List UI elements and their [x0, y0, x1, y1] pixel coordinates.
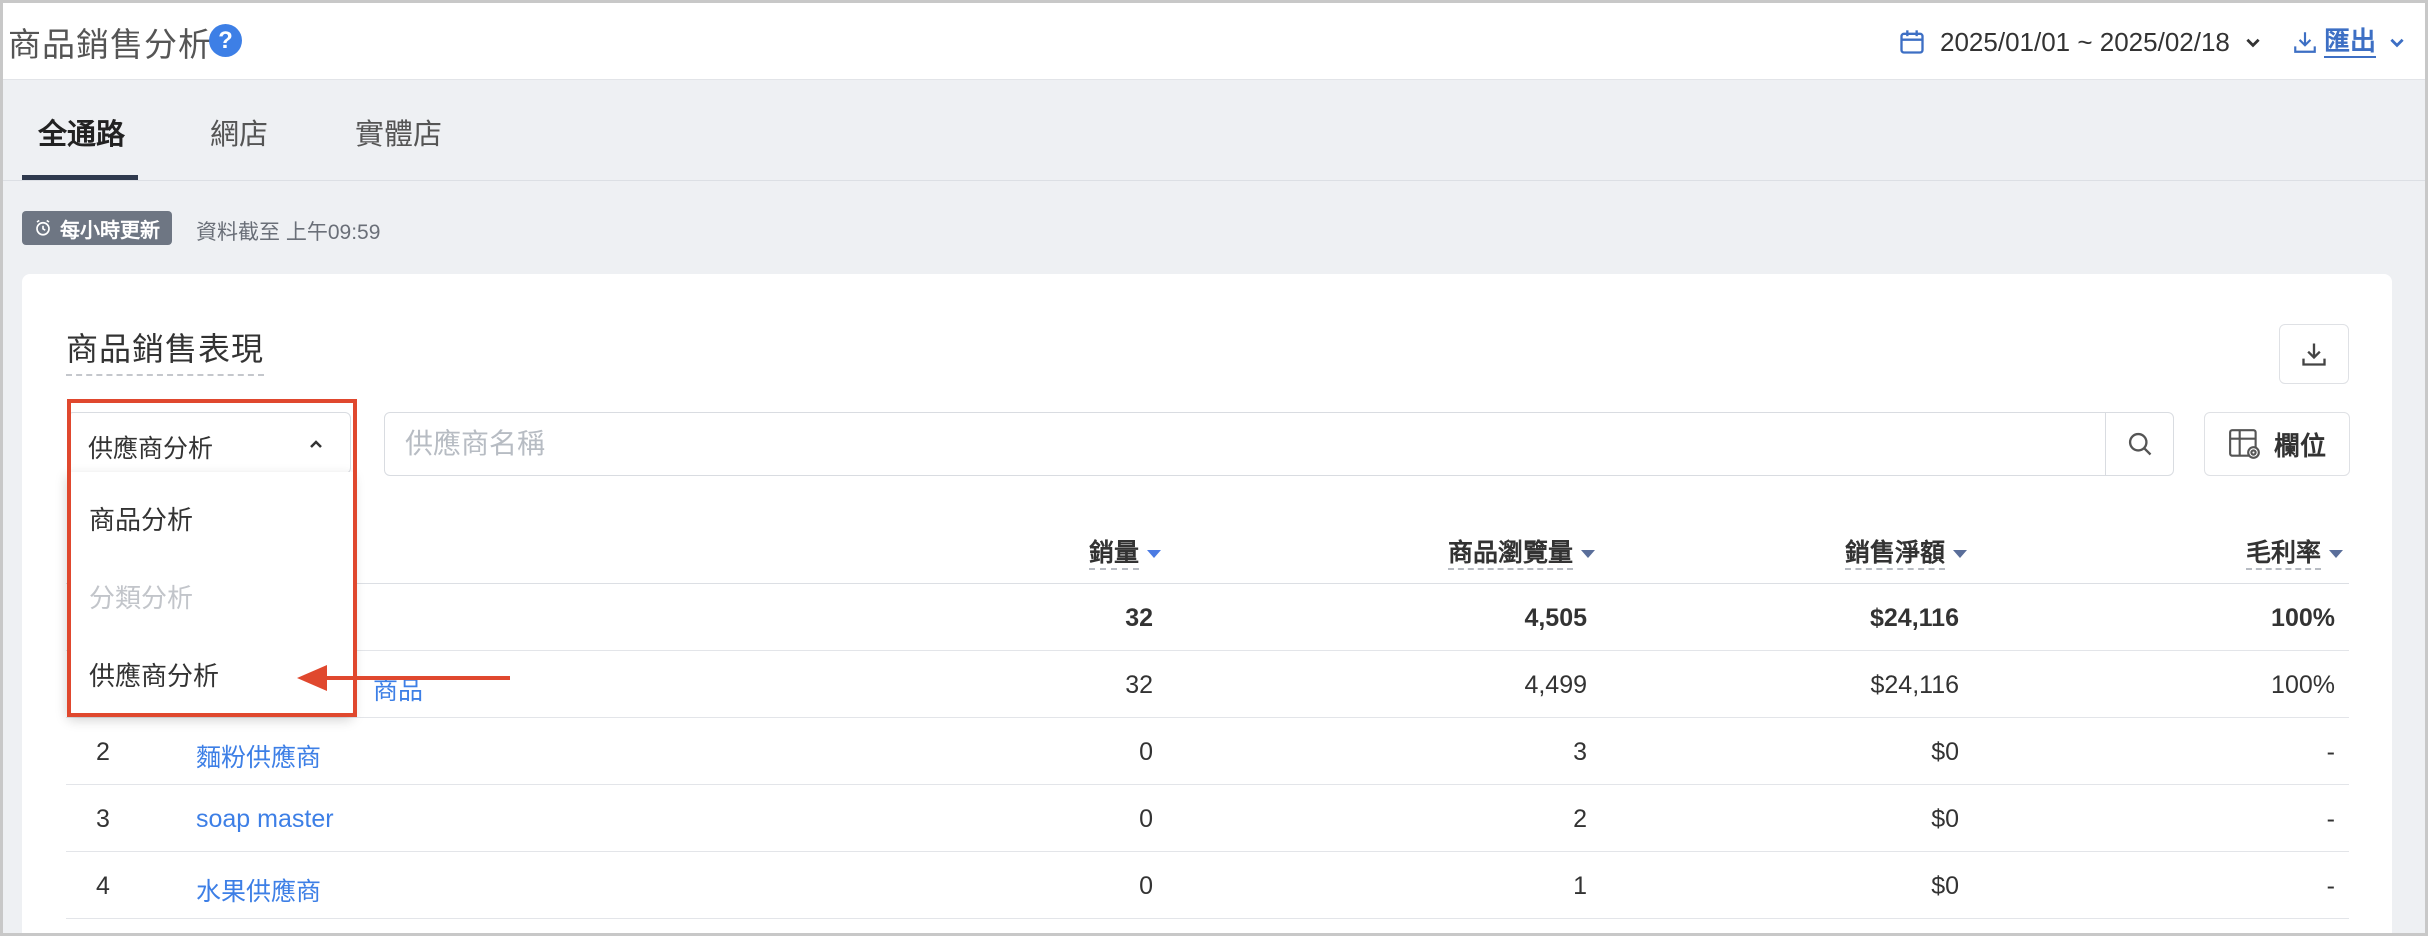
- supplier-link[interactable]: soap master: [196, 805, 334, 834]
- sort-caret-icon: [1953, 550, 1967, 558]
- card-title: 商品銷售表現: [66, 324, 265, 376]
- supplier-link[interactable]: 麵粉供應商: [196, 738, 321, 774]
- total-net-sales: $24,116: [1870, 604, 1959, 632]
- analysis-type-value: 供應商分析: [88, 435, 214, 463]
- row-qty: 0: [1139, 872, 1153, 900]
- sort-caret-icon: [1581, 550, 1595, 558]
- sales-performance-card: 商品銷售表現 供應商分析 欄位 銷量 商品瀏覽量 銷售淨額: [22, 274, 2392, 936]
- active-tab-indicator: [22, 175, 138, 180]
- supplier-search: [384, 412, 2174, 476]
- table-total-row: 32 4,505 $24,116 100%: [66, 584, 2349, 651]
- row-views: 3: [1573, 738, 1587, 766]
- table-row: 3 soap master 0 2 $0 -: [66, 785, 2349, 852]
- card-download-button[interactable]: [2279, 324, 2349, 384]
- row-net-sales: $24,116: [1870, 671, 1959, 699]
- sort-caret-icon: [1147, 550, 1161, 558]
- tab-physical-store[interactable]: 實體店: [355, 111, 442, 153]
- table-header: 銷量 商品瀏覽量 銷售淨額 毛利率: [66, 524, 2349, 584]
- column-header-views[interactable]: 商品瀏覽量: [1447, 538, 1595, 570]
- row-rank: 2: [96, 738, 110, 766]
- search-icon: [2128, 432, 2151, 456]
- table-row: 2 麵粉供應商 0 3 $0 -: [66, 718, 2349, 785]
- export-button[interactable]: 匯出: [2292, 22, 2406, 62]
- column-header-net-sales[interactable]: 銷售淨額: [1844, 538, 1967, 570]
- chevron-down-icon: [2390, 38, 2404, 48]
- page-title: 商品銷售分析: [8, 26, 212, 63]
- row-rank: 4: [96, 872, 110, 900]
- table-row: 4 水果供應商 0 1 $0 -: [66, 852, 2349, 919]
- tab-all-channels[interactable]: 全通路: [38, 111, 125, 153]
- total-qty: 32: [1125, 604, 1153, 632]
- table-row: 1 商品 32 4,499 $24,116 100%: [66, 651, 2349, 718]
- analysis-type-select[interactable]: 供應商分析: [67, 412, 351, 474]
- search-button[interactable]: [2105, 413, 2173, 475]
- columns-label: 欄位: [2273, 430, 2326, 461]
- row-views: 2: [1573, 805, 1587, 833]
- data-timestamp: 資料截至 上午09:59: [196, 221, 381, 244]
- chevron-down-icon: [2246, 38, 2260, 48]
- supplier-search-input[interactable]: [405, 425, 2025, 463]
- chevron-up-icon: [310, 440, 322, 448]
- row-net-sales: $0: [1931, 872, 1959, 900]
- row-margin: 100%: [2271, 671, 2335, 699]
- download-icon: [2294, 32, 2316, 53]
- channel-tabs: 全通路 網店 實體店: [0, 81, 2428, 181]
- row-margin: -: [2326, 872, 2335, 900]
- download-icon: [2302, 343, 2326, 366]
- dropdown-item-supplier-analysis[interactable]: 供應商分析: [89, 656, 219, 693]
- row-qty: 0: [1139, 738, 1153, 766]
- date-range-text: 2025/01/01 ~ 2025/02/18: [1940, 26, 2230, 57]
- columns-settings-button[interactable]: 欄位: [2204, 412, 2350, 476]
- update-badge-label: 每小時更新: [60, 219, 160, 242]
- sort-caret-icon: [2329, 550, 2343, 558]
- column-settings-icon: [2229, 429, 2260, 459]
- export-label: 匯出: [2324, 26, 2377, 58]
- tab-online-store[interactable]: 網店: [210, 111, 268, 153]
- date-range-picker[interactable]: 2025/01/01 ~ 2025/02/18: [1898, 22, 2262, 62]
- alarm-clock-icon: [36, 219, 50, 236]
- dropdown-item-product-analysis[interactable]: 商品分析: [89, 500, 193, 537]
- total-margin: 100%: [2271, 604, 2335, 632]
- analysis-type-dropdown: 商品分析 分類分析 供應商分析: [67, 472, 353, 716]
- supplier-link[interactable]: 水果供應商: [196, 872, 321, 908]
- total-views: 4,505: [1524, 604, 1587, 632]
- row-views: 1: [1573, 872, 1587, 900]
- column-header-margin[interactable]: 毛利率: [2245, 538, 2343, 570]
- row-net-sales: $0: [1931, 805, 1959, 833]
- row-margin: -: [2326, 738, 2335, 766]
- update-frequency-badge: 每小時更新: [22, 211, 172, 245]
- row-views: 4,499: [1524, 671, 1587, 699]
- help-circle-icon[interactable]: ?: [209, 24, 242, 57]
- row-qty: 32: [1125, 671, 1153, 699]
- row-margin: -: [2326, 805, 2335, 833]
- supplier-link[interactable]: 商品: [373, 671, 423, 707]
- row-qty: 0: [1139, 805, 1153, 833]
- top-bar: 商品銷售分析 ? 2025/01/01 ~ 2025/02/18 匯出: [0, 0, 2428, 80]
- row-rank: 3: [96, 805, 110, 833]
- calendar-icon: [1900, 30, 1924, 54]
- column-header-qty[interactable]: 銷量: [1088, 538, 1161, 570]
- dropdown-item-category-analysis: 分類分析: [89, 583, 194, 613]
- row-net-sales: $0: [1931, 738, 1959, 766]
